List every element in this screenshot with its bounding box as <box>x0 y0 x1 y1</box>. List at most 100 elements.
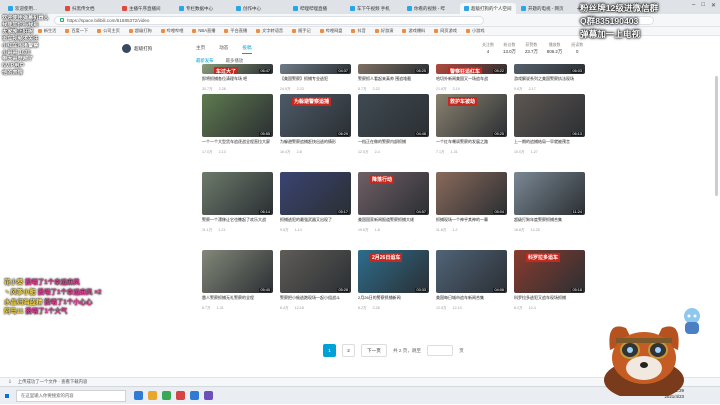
video-thumbnail[interactable]: 05:28 <box>280 250 351 293</box>
taskbar-app-icon[interactable] <box>134 391 143 400</box>
video-title[interactable]: 科罗拉多逃犯又追车现场抓捕 <box>514 295 585 305</box>
bookmark-item[interactable]: 游戏爆料 <box>402 28 425 34</box>
taskbar-search-input[interactable]: 在这里输入你要搜索的内容 <box>16 389 126 402</box>
browser-tab[interactable]: 车下午视频 手机 <box>346 3 402 14</box>
video-card[interactable]: 05:55 一个一个大型货车追逐战全程直拉大屏 17.0万 2-13 <box>202 94 273 155</box>
start-button[interactable] <box>0 387 14 405</box>
browser-tab[interactable]: 主播午序直播间 <box>118 3 174 14</box>
video-thumbnail[interactable]: 04:06 <box>436 250 507 293</box>
video-card[interactable]: 科罗拉多追车 05:18 科罗拉多逃犯又追车现场抓捕 8.2万 12-4 <box>514 250 585 311</box>
browser-tab[interactable]: 你看的视频 - 哔 <box>403 3 459 14</box>
taskbar-app-icon[interactable] <box>148 391 157 400</box>
video-title[interactable]: 2月26日的警察抓捕新闻 <box>358 295 429 305</box>
bookmark-item[interactable]: 百度一下 <box>65 28 88 34</box>
video-card[interactable]: 04:48 一档正在做的警察内部抓捕 12.5万 2-4 <box>358 94 429 155</box>
video-title[interactable]: 警察一个漂移让它也撒起了欢乐大战 <box>202 217 273 227</box>
video-title[interactable]: 一个红车嘲讽警察的发展之路 <box>436 139 507 149</box>
browser-tab[interactable]: 开题的电视 - 网页 <box>517 3 573 14</box>
video-thumbnail[interactable]: 科罗拉多追车 05:18 <box>514 250 585 293</box>
browser-tab[interactable]: 扫黑传文档 <box>61 3 117 14</box>
video-thumbnail[interactable]: 05:04 <box>436 172 507 215</box>
bookmark-item[interactable]: 超级打狗 <box>129 28 152 34</box>
avatar[interactable] <box>122 44 131 53</box>
bookmark-item[interactable]: 随手记 <box>292 28 311 34</box>
video-title[interactable]: 美国每日城市追车新闻合集 <box>436 295 507 305</box>
browser-tab[interactable]: 专栏数据中心 <box>175 3 231 14</box>
taskbar-app-icon[interactable] <box>190 391 199 400</box>
video-title[interactable]: 美国国家新闻报道警察抓捕大佬 <box>358 217 429 227</box>
browser-tab[interactable]: 超级打狗的个人空间 <box>460 3 516 14</box>
video-thumbnail[interactable]: 05:17 <box>280 172 351 215</box>
tab-home[interactable]: 主页 <box>196 45 205 54</box>
video-thumbnail[interactable]: 04:37 <box>280 64 351 74</box>
bookmark-item[interactable]: 平台直播 <box>224 28 247 34</box>
video-title[interactable]: 游戏解说系列之美国警察执法现场 <box>514 76 585 86</box>
video-title[interactable]: 超级打狗年度警察抓捕合集 <box>514 217 585 227</box>
bookmark-item[interactable]: 哔哩网盘 <box>320 28 343 34</box>
video-thumbnail[interactable]: 车过大了 06:47 <box>202 64 273 74</box>
video-thumbnail[interactable]: 06:13 <box>514 94 585 137</box>
video-title[interactable]: 抓捕现场一个神乎其神的一幕 <box>436 217 507 227</box>
video-card[interactable]: 04:37 【美国警察】抓捕专业逃犯 24.9万 2-23 <box>280 64 351 92</box>
bookmark-item[interactable]: 公司主页 <box>97 28 120 34</box>
video-title[interactable]: 一个一个大型货车追逐战全程直拉大屏 <box>202 139 273 149</box>
video-thumbnail[interactable]: 降落行动 04:57 <box>358 172 429 215</box>
video-title[interactable]: 即将抓捕各位清理车场 吧 <box>202 76 273 86</box>
page-scrollbar[interactable] <box>715 76 718 196</box>
video-card[interactable]: 05:04 抓捕现场一个神乎其神的一幕 11.6万 1-2 <box>436 172 507 233</box>
video-card[interactable]: 救护车被劫 05:25 一个红车嘲讽警察的发展之路 7.1万 1-31 <box>436 94 507 155</box>
page-jump-input[interactable] <box>427 345 454 356</box>
video-title[interactable]: 警察把小偷逃跑现场一起小组战斗 <box>280 295 351 305</box>
download-status[interactable]: 上传成功了一个文件 · 查看下载内容 <box>18 379 88 385</box>
video-thumbnail[interactable]: 救护车被劫 05:25 <box>436 94 507 137</box>
url-input[interactable]: https://space.bilibili.com/51885372/vide… <box>54 15 484 25</box>
page-2-button[interactable]: 2 <box>342 344 355 357</box>
browser-tab[interactable]: 创作中心 <box>232 3 288 14</box>
video-card[interactable]: 06:03 游戏解说系列之美国警察执法现场 9.6万 2-17 <box>514 64 585 92</box>
video-thumbnail[interactable]: 06:03 <box>514 64 585 74</box>
video-thumbnail[interactable]: 05:40 <box>202 250 273 293</box>
tab-dynamic[interactable]: 动态 <box>219 45 228 54</box>
video-card[interactable]: 2月26日追车 03:33 2月26日的警察抓捕新闻 8.2万 2-26 <box>358 250 429 311</box>
video-card[interactable]: 05:40 雷人警察抓捕无礼警察的全程 8.7万 1-31 <box>202 250 273 311</box>
next-page-button[interactable]: 下一页 <box>361 344 387 357</box>
video-title[interactable]: 雷人警察抓捕无礼警察的全程 <box>202 295 273 305</box>
video-title[interactable]: 上一期的追捕结局一早就被预言 <box>514 139 585 149</box>
video-card[interactable]: 06:13 上一期的追捕结局一早就被预言 10.0万 1-27 <box>514 94 585 155</box>
bookmark-item[interactable]: 小游戏 <box>466 28 485 34</box>
video-title[interactable]: 一档正在做的警察内部抓捕 <box>358 139 429 149</box>
video-card[interactable]: 06:25 警察抓人看起来真帅 围追堆截 8.7万 2-22 <box>358 64 429 92</box>
video-thumbnail[interactable]: 为躲避警察追捕 06:29 <box>280 94 351 137</box>
bookmark-item[interactable]: 网页游戏 <box>434 28 457 34</box>
video-card[interactable]: 降落行动 04:57 美国国家新闻报道警察抓捕大佬 19.6万 1-8 <box>358 172 429 233</box>
video-thumbnail[interactable]: 11:24 <box>514 172 585 215</box>
maximize-icon[interactable]: □ <box>701 2 705 9</box>
minimize-icon[interactable]: – <box>692 2 695 9</box>
taskbar-app-icon[interactable] <box>204 391 213 400</box>
video-title[interactable]: 抓捕逃犯的最强武器又出现了 <box>280 217 351 227</box>
close-icon[interactable]: ✕ <box>711 2 716 9</box>
video-title[interactable]: 为躲避警察追捕赶快出逃的情形 <box>280 139 351 149</box>
video-thumbnail[interactable]: 06:14 <box>202 172 273 215</box>
video-card[interactable]: 警察狂追红车 05:22 哈切外新闻美国又一场追车战 21.8万 2-19 <box>436 64 507 92</box>
page-1-button[interactable]: 1 <box>323 344 336 357</box>
browser-tab[interactable]: 哔哩哔哩直播 <box>289 3 345 14</box>
tab-uploads[interactable]: 投稿 <box>242 45 252 54</box>
video-card[interactable]: 06:14 警察一个漂移让它也撒起了欢乐大战 11.1万 1-21 <box>202 172 273 233</box>
taskbar-app-icon[interactable] <box>176 391 185 400</box>
taskbar-app-icon[interactable] <box>162 391 171 400</box>
bookmark-item[interactable]: 好游演 <box>375 28 394 34</box>
video-card[interactable]: 04:06 美国每日城市追车新闻合集 12.5万 12-10 <box>436 250 507 311</box>
bookmark-item[interactable]: 抖音 <box>351 28 365 34</box>
video-thumbnail[interactable]: 警察狂追红车 05:22 <box>436 64 507 74</box>
bookmark-item[interactable]: 文字转语音 <box>256 28 283 34</box>
video-title[interactable]: 哈切外新闻美国又一场追车战 <box>436 76 507 86</box>
channel-name[interactable]: 超级打狗 <box>134 46 152 52</box>
video-thumbnail[interactable]: 05:55 <box>202 94 273 137</box>
video-card[interactable]: 05:17 抓捕逃犯的最强武器又出现了 9.5万 1-14 <box>280 172 351 233</box>
video-card[interactable]: 为躲避警察追捕 06:29 为躲避警察追捕赶快出逃的情形 16.4万 2-8 <box>280 94 351 155</box>
browser-tab[interactable]: 欢迎使用... <box>4 3 60 14</box>
bookmark-item[interactable]: 哔哩哔哩 <box>161 28 184 34</box>
video-thumbnail[interactable]: 06:25 <box>358 64 429 74</box>
video-card[interactable]: 11:24 超级打狗年度警察抓捕合集 16.8万 12-25 <box>514 172 585 233</box>
